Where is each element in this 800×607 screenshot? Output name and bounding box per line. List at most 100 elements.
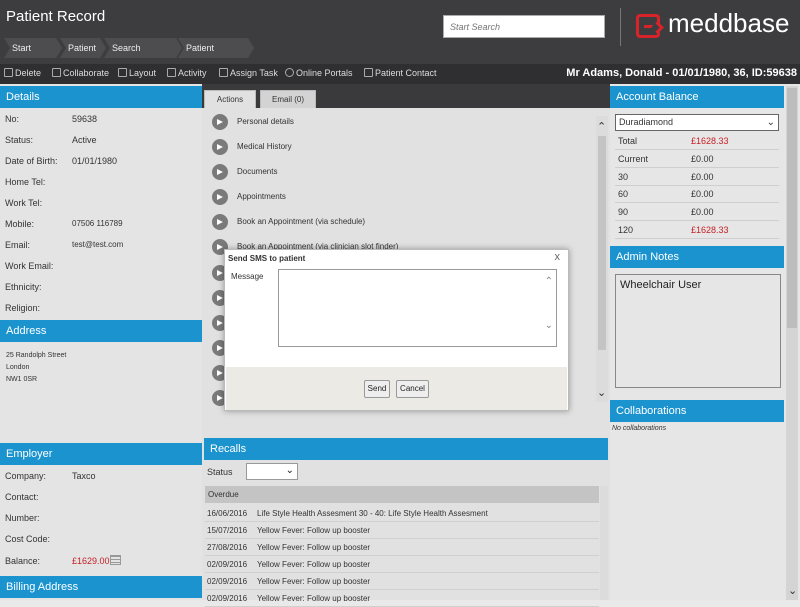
patient-contact-button[interactable]: Patient Contact xyxy=(364,68,437,78)
list-icon[interactable] xyxy=(110,555,121,565)
table-row[interactable]: 02/09/2016 Yellow Fever: Follow up booste… xyxy=(205,590,599,607)
message-label: Message xyxy=(231,272,264,281)
field-label: Balance: xyxy=(5,556,41,566)
layout-icon xyxy=(118,68,127,77)
arrow-right-icon xyxy=(212,214,228,230)
scroll-down-icon[interactable]: ⌄ xyxy=(545,320,553,331)
globe-icon xyxy=(285,68,294,77)
status-value: Active xyxy=(72,135,97,145)
field-label: Religion: xyxy=(5,303,41,313)
logo-divider xyxy=(620,8,621,46)
balance-row: 120 £1628.33 xyxy=(615,221,779,239)
status-label: Status xyxy=(207,467,233,477)
balance-row: 30 £0.00 xyxy=(615,168,779,186)
toolbar: Delete Collaborate Layout Activity Assig… xyxy=(0,64,800,84)
balance-row: 60 £0.00 xyxy=(615,185,779,203)
scroll-down-icon[interactable]: ⌄ xyxy=(788,584,797,597)
account-select[interactable]: Duradiamond ⌄ xyxy=(615,114,779,131)
field-label: Status: xyxy=(5,135,34,145)
cancel-button[interactable]: Cancel xyxy=(396,380,429,398)
trash-icon xyxy=(4,68,13,77)
field-label: No: xyxy=(5,114,20,124)
close-icon[interactable]: x xyxy=(555,251,561,263)
field-label: Mobile: xyxy=(5,219,35,229)
tab-actions[interactable]: Actions xyxy=(204,90,256,108)
field-label: Work Email: xyxy=(5,261,54,271)
field-label: Ethnicity: xyxy=(5,282,42,292)
table-row[interactable]: 27/08/2016 Yellow Fever: Follow up booste… xyxy=(205,539,599,556)
tab-email[interactable]: Email (0) xyxy=(260,90,316,108)
arrow-right-icon xyxy=(212,164,228,180)
assign-task-button[interactable]: Assign Task xyxy=(219,68,278,78)
breadcrumb-start-page[interactable]: Start Page xyxy=(4,38,62,58)
collaborations-header: Collaborations xyxy=(610,400,784,422)
scroll-up-icon[interactable]: ⌃ xyxy=(545,276,553,287)
field-label: Home Tel: xyxy=(5,177,46,187)
status-select[interactable]: ⌄ xyxy=(246,463,298,480)
phone-icon xyxy=(364,68,373,77)
online-portals-button[interactable]: Online Portals xyxy=(285,68,353,78)
billing-address-header: Billing Address xyxy=(0,576,202,598)
task-icon xyxy=(219,68,228,77)
account-balance-header: Account Balance xyxy=(610,86,784,108)
layout-button[interactable]: Layout xyxy=(118,68,156,78)
patient-number: 59638 xyxy=(72,114,98,124)
people-icon xyxy=(52,68,61,77)
field-label: Company: xyxy=(5,471,47,481)
scrollbar-thumb[interactable] xyxy=(598,136,606,350)
table-row[interactable]: 02/09/2016 Yellow Fever: Follow up booste… xyxy=(205,556,599,573)
arrow-right-icon xyxy=(212,189,228,205)
collaborate-button[interactable]: Collaborate xyxy=(52,68,109,78)
field-label: Work Tel: xyxy=(5,198,43,208)
breadcrumb-search-results[interactable]: Search Results xyxy=(104,38,182,58)
table-row[interactable]: 15/07/2016 Yellow Fever: Follow up booste… xyxy=(205,522,599,539)
employer-header: Employer xyxy=(0,443,202,465)
table-row[interactable]: 16/06/2016 Life Style Health Assesment 30… xyxy=(205,505,599,522)
recalls-header: Recalls xyxy=(204,438,608,460)
page-scrollbar-thumb[interactable] xyxy=(787,88,797,328)
company-value: Taxco xyxy=(72,471,96,481)
admin-notes-header: Admin Notes xyxy=(610,246,784,268)
breadcrumb-patient[interactable]: Patient xyxy=(60,38,106,58)
breadcrumb-patient-record[interactable]: Patient Record xyxy=(178,38,254,58)
activity-icon xyxy=(167,68,176,77)
balance-row: Current £0.00 xyxy=(615,150,779,168)
address-line: London xyxy=(6,364,30,371)
recalls-group-header: Overdue xyxy=(205,486,599,503)
send-button[interactable]: Send xyxy=(364,380,390,398)
email-value[interactable]: test@test.com xyxy=(72,240,123,249)
address-line: NW1 0SR xyxy=(6,376,38,383)
collaborations-empty: No collaborations xyxy=(612,425,667,432)
scroll-up-icon[interactable]: ⌃ xyxy=(597,120,606,133)
scroll-down-icon[interactable]: ⌄ xyxy=(597,386,606,399)
balance-row: 90 £0.00 xyxy=(615,203,779,221)
patient-summary: Mr Adams, Donald - 01/01/1980, 36, ID:59… xyxy=(566,67,797,79)
address-line: 25 Randolph Street xyxy=(6,352,67,359)
message-input[interactable]: ⌃ ⌄ xyxy=(278,269,557,347)
balance-row: Total £1628.33 xyxy=(615,132,779,150)
delete-button[interactable]: Delete xyxy=(4,68,41,78)
recalls-scrollbar[interactable] xyxy=(600,486,608,600)
arrow-right-icon xyxy=(212,114,228,130)
mobile-value[interactable]: 07506 116789 xyxy=(72,219,123,228)
activity-button[interactable]: Activity xyxy=(167,68,207,78)
field-label: Number: xyxy=(5,513,40,523)
arrow-right-icon xyxy=(212,139,228,155)
field-label: Contact: xyxy=(5,492,39,502)
field-label: Date of Birth: xyxy=(5,156,58,166)
address-header: Address xyxy=(0,320,202,342)
chevron-down-icon: ⌄ xyxy=(766,117,775,128)
search-input[interactable] xyxy=(443,15,605,38)
logo: meddbase xyxy=(668,8,790,38)
field-label: Cost Code: xyxy=(5,534,51,544)
dob-value: 01/01/1980 xyxy=(72,156,118,166)
field-label: Email: xyxy=(5,240,31,250)
page-title: Patient Record xyxy=(6,8,106,25)
sms-dialog: Send SMS to patient x Message ⌃ ⌄ Send C… xyxy=(224,249,569,411)
employer-balance: £1629.00 xyxy=(72,556,110,566)
admin-notes-textarea[interactable]: Wheelchair User xyxy=(615,274,781,388)
details-header: Details xyxy=(0,86,202,108)
table-row[interactable]: 02/09/2016 Yellow Fever: Follow up booste… xyxy=(205,573,599,590)
chevron-down-icon: ⌄ xyxy=(285,465,294,476)
logo-icon xyxy=(636,14,660,38)
